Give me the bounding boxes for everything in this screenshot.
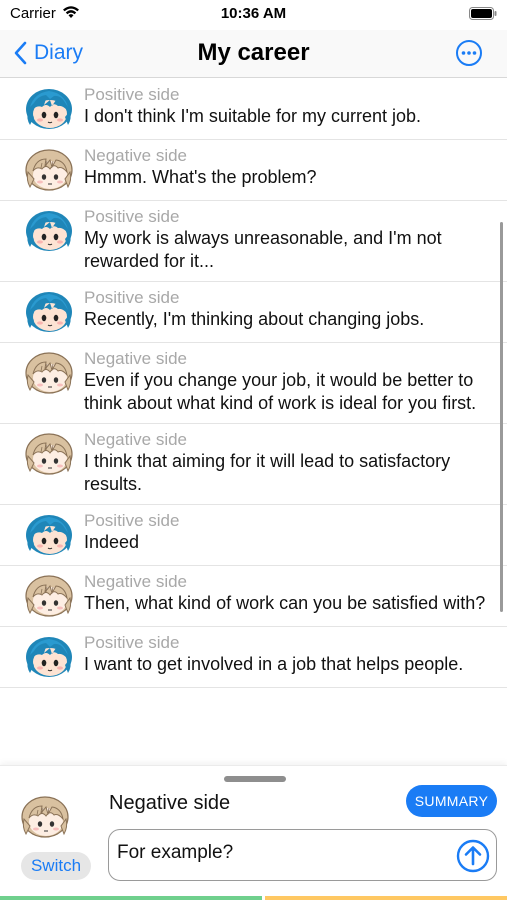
message-speaker: Positive side <box>84 633 180 652</box>
blue-hair-avatar <box>24 511 74 557</box>
chat-message-row: Positive side I don't think I'm suitable … <box>0 79 507 140</box>
message-speaker: Negative side <box>84 572 188 591</box>
message-text: Indeed <box>84 532 140 552</box>
message-body: Negative side Then, what kind of work can… <box>84 572 497 615</box>
summary-button[interactable]: SUMMARY <box>406 785 497 817</box>
message-body: Positive side I don't think I'm suitable … <box>84 85 497 128</box>
message-body: Positive side My work is always unreasona… <box>84 207 497 273</box>
panel-grabber-handle[interactable] <box>224 776 286 782</box>
message-body: Negative side Even if you change your job… <box>84 349 497 415</box>
message-speaker: Positive side <box>84 511 180 530</box>
message-speaker: Negative side <box>84 430 188 449</box>
more-options-button[interactable] <box>455 39 483 67</box>
battery-icon <box>469 7 497 25</box>
bottom-indicator-left <box>0 896 262 900</box>
blue-hair-avatar <box>24 288 74 334</box>
more-icon <box>456 40 482 66</box>
chat-message-list[interactable]: Positive side I don't think I'm suitable … <box>0 79 507 765</box>
bottom-indicator-right <box>265 896 507 900</box>
tan-hair-avatar <box>20 793 70 839</box>
chat-message-row: Positive side I want to get involved in a… <box>0 627 507 688</box>
message-text: Then, what kind of work can you be satis… <box>84 593 486 613</box>
message-speaker: Negative side <box>84 146 188 165</box>
chat-message-row: Positive side Indeed <box>0 505 507 566</box>
chat-message-row: Negative side I think that aiming for it … <box>0 424 507 505</box>
message-text: Hmmm. What's the problem? <box>84 167 317 187</box>
message-body: Positive side Recently, I'm thinking abou… <box>84 288 497 331</box>
message-input[interactable] <box>117 842 437 864</box>
tan-hair-avatar <box>24 430 74 476</box>
blue-hair-avatar <box>24 85 74 131</box>
tan-hair-avatar <box>24 146 74 192</box>
message-speaker: Positive side <box>84 207 180 226</box>
current-speaker-label: Negative side <box>109 792 231 814</box>
tan-hair-avatar <box>24 349 74 395</box>
message-text: I want to get involved in a job that hel… <box>84 654 464 674</box>
message-text: I think that aiming for it will lead to … <box>84 451 451 494</box>
chat-message-row: Positive side My work is always unreasona… <box>0 201 507 282</box>
chat-message-row: Negative side Even if you change your job… <box>0 343 507 424</box>
blue-hair-avatar <box>24 633 74 679</box>
message-body: Positive side Indeed <box>84 511 497 554</box>
message-text: I don't think I'm suitable for my curren… <box>84 106 422 126</box>
scrollbar[interactable] <box>500 222 503 612</box>
chat-message-row: Negative side Then, what kind of work can… <box>0 566 507 627</box>
switch-button[interactable]: Switch <box>21 852 91 880</box>
message-text: My work is always unreasonable, and I'm … <box>84 228 442 271</box>
navigation-bar: Diary My career <box>0 30 507 78</box>
message-speaker: Positive side <box>84 288 180 307</box>
chat-message-row: Positive side Recently, I'm thinking abou… <box>0 282 507 343</box>
blue-hair-avatar <box>24 207 74 253</box>
message-body: Positive side I want to get involved in a… <box>84 633 497 676</box>
message-text: Even if you change your job, it would be… <box>84 370 477 413</box>
send-arrow-up-icon[interactable] <box>456 839 490 873</box>
message-input-container[interactable] <box>108 829 497 881</box>
message-body: Negative side I think that aiming for it … <box>84 430 497 496</box>
message-text: Recently, I'm thinking about changing jo… <box>84 309 425 329</box>
tan-hair-avatar <box>24 572 74 618</box>
composer-panel: Switch Negative side SUMMARY <box>0 765 507 900</box>
status-bar: Carrier 10:36 AM <box>0 0 507 30</box>
message-body: Negative side Hmmm. What's the problem? <box>84 146 497 189</box>
message-speaker: Negative side <box>84 349 188 368</box>
status-time: 10:36 AM <box>220 5 287 22</box>
message-speaker: Positive side <box>84 85 180 104</box>
page-title: My career <box>197 39 310 66</box>
chat-message-row: Negative side Hmmm. What's the problem? <box>0 140 507 201</box>
